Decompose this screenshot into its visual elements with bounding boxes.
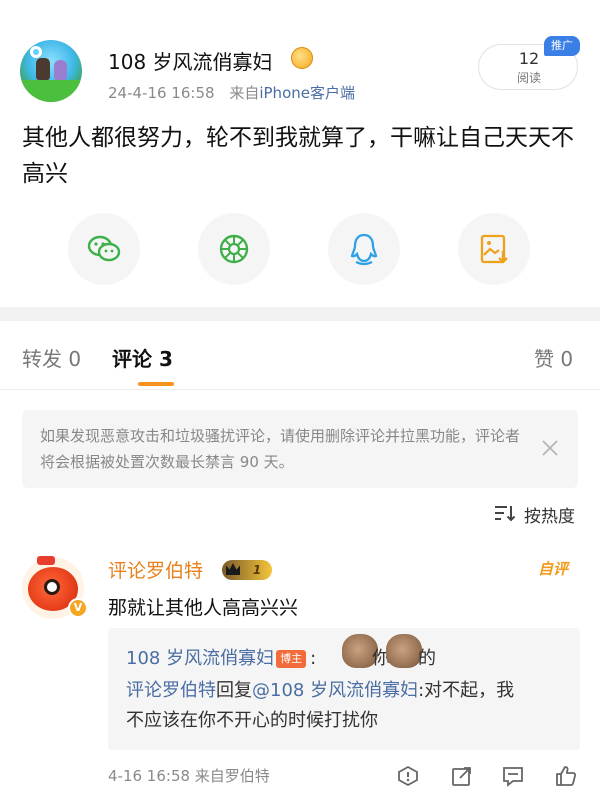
share-row bbox=[0, 213, 600, 285]
post-header: 108 岁风流俏寡妇 24-4-16 16:58 来自iPhone客户端 12 … bbox=[0, 0, 600, 300]
reply-text-end: 的 bbox=[418, 648, 436, 669]
share-icon[interactable] bbox=[450, 764, 474, 788]
like-icon[interactable] bbox=[554, 764, 578, 788]
share-qq-button[interactable] bbox=[328, 213, 400, 285]
reply-author[interactable]: 108 岁风流俏寡妇 bbox=[126, 648, 274, 669]
post-meta: 24-4-16 16:58 来自iPhone客户端 bbox=[108, 82, 355, 103]
self-comment-tag: 自评 bbox=[538, 560, 569, 578]
share-moments-button[interactable] bbox=[198, 213, 270, 285]
fan-level: 1 bbox=[252, 563, 262, 577]
reply-author[interactable]: 评论罗伯特 bbox=[126, 680, 216, 701]
tabs-divider bbox=[0, 389, 600, 390]
tab-repost[interactable]: 转发 0 bbox=[22, 343, 81, 372]
qq-icon bbox=[350, 233, 378, 266]
report-icon[interactable] bbox=[396, 764, 420, 788]
comment-text: 那就让其他人高高兴兴 bbox=[108, 597, 299, 619]
avatar-figure bbox=[36, 58, 50, 80]
share-wechat-button[interactable] bbox=[68, 213, 140, 285]
post-text: 其他人都很努力，轮不到我就算了，干嘛让自己天天不高兴 bbox=[22, 125, 574, 187]
verified-badge-icon: V bbox=[68, 598, 88, 618]
sort-label: 按热度 bbox=[524, 507, 575, 527]
moments-icon bbox=[219, 234, 249, 264]
tab-comment[interactable]: 评论 3 bbox=[112, 343, 173, 372]
notice-text: 如果发现恶意攻击和垃圾骚扰评论，请使用删除评论并拉黑功能，评论者将会根据被处置次… bbox=[40, 427, 521, 471]
bozhu-tag: 博主 bbox=[276, 650, 307, 668]
crown-icon bbox=[226, 563, 240, 575]
post-date: 24-4-16 16:58 bbox=[108, 84, 215, 102]
avatar-grass bbox=[20, 80, 82, 102]
reply-colon: : bbox=[310, 648, 317, 669]
reply-icon[interactable] bbox=[501, 764, 525, 788]
avatar-eye bbox=[44, 579, 60, 595]
poster-username[interactable]: 108 岁风流俏寡妇 bbox=[108, 46, 273, 75]
share-save-image-button[interactable] bbox=[458, 213, 530, 285]
comment-meta: 4-16 16:58 来自罗伯特 bbox=[108, 767, 270, 785]
sticker-emoji-icon bbox=[386, 634, 422, 668]
post-source-link[interactable]: iPhone客户端 bbox=[259, 84, 355, 102]
reply-line-1: 108 岁风流俏寡妇 博主: bbox=[126, 644, 316, 670]
avatar-flower bbox=[30, 46, 42, 58]
poster-avatar[interactable] bbox=[20, 40, 82, 102]
reply-box[interactable]: 108 岁风流俏寡妇 博主: 你 的 评论罗伯特回复@108 岁风流俏寡妇:对不起… bbox=[108, 628, 580, 750]
user-badge-icon bbox=[291, 47, 313, 69]
active-tab-indicator bbox=[138, 382, 174, 386]
fan-level-badge: 1 bbox=[222, 560, 272, 580]
promo-tag[interactable]: 推广 bbox=[544, 36, 580, 56]
sort-icon bbox=[495, 506, 516, 522]
save-image-icon bbox=[480, 234, 508, 264]
post-source-prefix: 来自 bbox=[229, 84, 260, 102]
reply-verb: 回复 bbox=[216, 680, 252, 701]
avatar-figure bbox=[54, 60, 67, 80]
avatar-top-tag bbox=[37, 556, 55, 565]
wechat-icon bbox=[87, 235, 121, 262]
tab-bar: 转发 0 评论 3 赞 0 bbox=[0, 321, 600, 391]
commenter-name[interactable]: 评论罗伯特 bbox=[108, 556, 203, 583]
comment-notice: 如果发现恶意攻击和垃圾骚扰评论，请使用删除评论并拉黑功能，评论者将会根据被处置次… bbox=[22, 410, 578, 488]
reply-line-2: 评论罗伯特回复@108 岁风流俏寡妇:对不起，我不应该在你不开心的时候打扰你 bbox=[126, 676, 526, 736]
tab-like[interactable]: 赞 0 bbox=[534, 343, 573, 372]
close-icon[interactable] bbox=[538, 436, 562, 460]
read-label: 阅读 bbox=[516, 71, 541, 85]
section-divider bbox=[0, 307, 600, 321]
reply-mention[interactable]: @108 岁风流俏寡妇 bbox=[252, 680, 418, 701]
